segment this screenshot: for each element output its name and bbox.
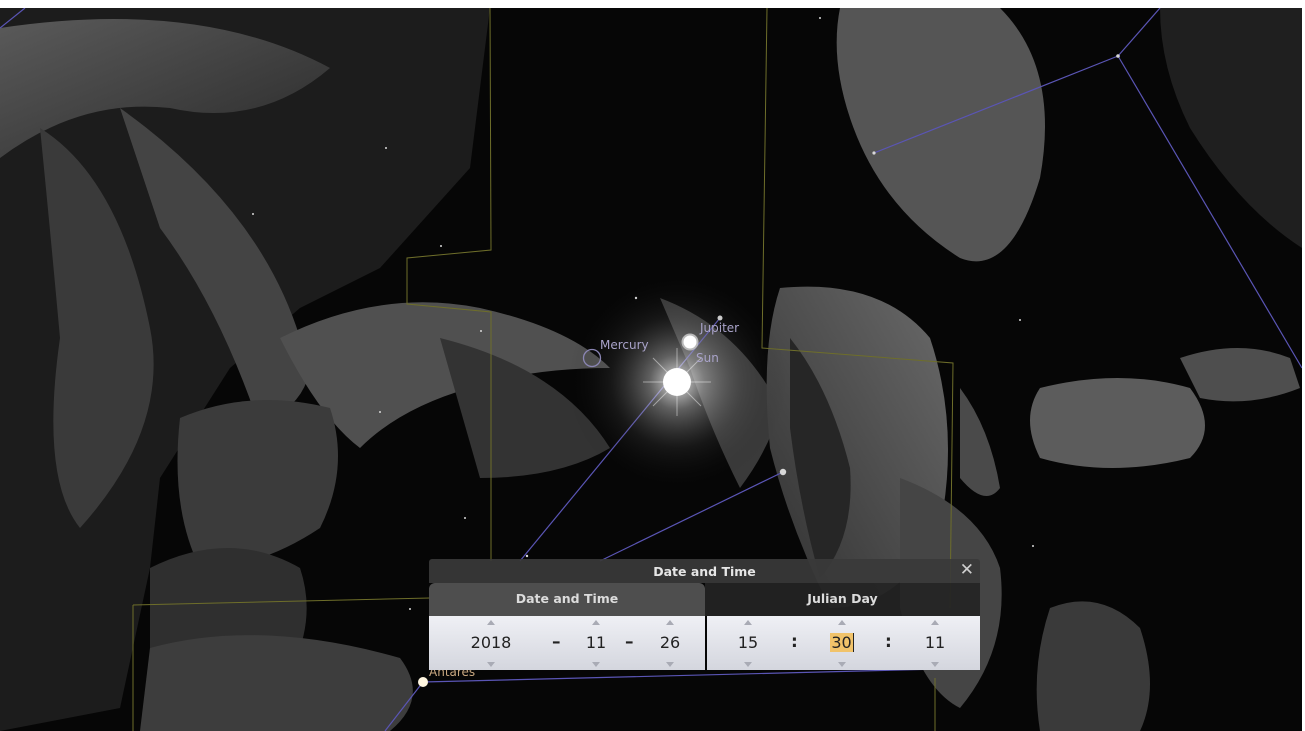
date-fields: 2018 – 11 – 26 [429,616,705,670]
hour-up-arrow-icon[interactable] [744,620,752,625]
year-value[interactable]: 2018 [459,633,523,652]
day-spinbox[interactable]: 26 [652,616,688,670]
time-separator: : [791,632,798,652]
month-value[interactable]: 11 [578,633,614,652]
minute-up-arrow-icon[interactable] [838,620,846,625]
mercury-label[interactable]: Mercury [600,338,649,352]
second-spinbox[interactable]: 11 [917,616,953,670]
hour-down-arrow-icon[interactable] [744,662,752,667]
minute-value-field[interactable]: 30 [824,633,860,652]
day-down-arrow-icon[interactable] [666,662,674,667]
year-spinbox[interactable]: 2018 [459,616,523,670]
antares-marker [418,677,428,687]
tab-date-and-time[interactable]: Date and Time [429,583,705,616]
second-down-arrow-icon[interactable] [931,662,939,667]
sun-label[interactable]: Sun [696,351,719,365]
minute-spinbox[interactable]: 30 [824,616,860,670]
month-spinbox[interactable]: 11 [578,616,614,670]
hour-value[interactable]: 15 [730,633,766,652]
minute-down-arrow-icon[interactable] [838,662,846,667]
month-down-arrow-icon[interactable] [592,662,600,667]
jupiter-marker [681,333,699,351]
time-separator: : [885,632,892,652]
minute-value[interactable]: 30 [830,633,854,652]
close-icon[interactable]: ✕ [960,560,974,580]
tab-julian-day[interactable]: Julian Day [705,583,980,616]
second-value[interactable]: 11 [917,633,953,652]
year-down-arrow-icon[interactable] [487,662,495,667]
date-separator: – [552,632,561,652]
date-time-dialog: Date and Time ✕ Date and Time Julian Day… [429,559,980,670]
time-fields: 15 : 30 : 11 [707,616,980,670]
second-up-arrow-icon[interactable] [931,620,939,625]
month-up-arrow-icon[interactable] [592,620,600,625]
sun-glow [567,272,787,492]
hour-spinbox[interactable]: 15 [730,616,766,670]
date-separator: – [625,632,634,652]
dialog-title: Date and Time [653,564,756,579]
year-up-arrow-icon[interactable] [487,620,495,625]
jupiter-label[interactable]: Jupiter [700,321,739,335]
day-up-arrow-icon[interactable] [666,620,674,625]
day-value[interactable]: 26 [652,633,688,652]
dialog-titlebar[interactable]: Date and Time ✕ [429,559,980,583]
